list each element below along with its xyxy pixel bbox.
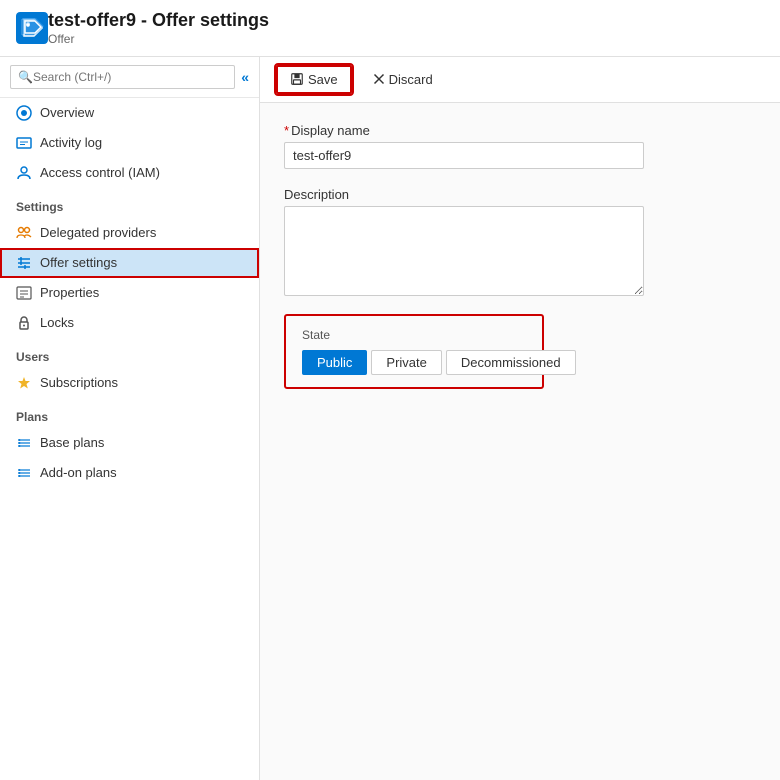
search-input[interactable] xyxy=(10,65,235,89)
users-section-label: Users xyxy=(0,338,259,368)
discard-icon xyxy=(373,73,385,85)
form-area: *Display name Description State Public P… xyxy=(260,103,780,780)
sidebar-item-iam-label: Access control (IAM) xyxy=(40,165,160,180)
sidebar-item-activity-log-label: Activity log xyxy=(40,135,102,150)
sidebar-item-offer-settings-label: Offer settings xyxy=(40,255,117,270)
locks-icon xyxy=(16,315,32,331)
addon-plans-icon xyxy=(16,465,32,481)
display-name-label: *Display name xyxy=(284,123,756,138)
state-public-button[interactable]: Public xyxy=(302,350,367,375)
activity-log-icon xyxy=(16,135,32,151)
sidebar-item-locks-label: Locks xyxy=(40,315,74,330)
sidebar-item-delegated-providers[interactable]: Delegated providers xyxy=(0,218,259,248)
plans-section-label: Plans xyxy=(0,398,259,428)
sidebar-item-addon-plans-label: Add-on plans xyxy=(40,465,117,480)
settings-section-label: Settings xyxy=(0,188,259,218)
main-layout: 🔍 « Overview Activity log Access control… xyxy=(0,57,780,780)
state-label: State xyxy=(302,328,526,342)
display-name-input[interactable] xyxy=(284,142,644,169)
sidebar-item-delegated-providers-label: Delegated providers xyxy=(40,225,156,240)
sidebar-item-base-plans[interactable]: Base plans xyxy=(0,428,259,458)
sidebar-item-overview-label: Overview xyxy=(40,105,94,120)
sidebar-item-addon-plans[interactable]: Add-on plans xyxy=(0,458,259,488)
overview-icon xyxy=(16,105,32,121)
header-title-block: test-offer9 - Offer settings Offer xyxy=(48,10,269,46)
sidebar-item-overview[interactable]: Overview xyxy=(0,98,259,128)
sidebar-item-iam[interactable]: Access control (IAM) xyxy=(0,158,259,188)
toolbar: Save Discard xyxy=(260,57,780,103)
state-private-button[interactable]: Private xyxy=(371,350,441,375)
properties-icon xyxy=(16,285,32,301)
state-decommissioned-button[interactable]: Decommissioned xyxy=(446,350,576,375)
sidebar-item-subscriptions[interactable]: Subscriptions xyxy=(0,368,259,398)
page-subtitle: Offer xyxy=(48,32,269,46)
sidebar-item-offer-settings[interactable]: Offer settings xyxy=(0,248,259,278)
discard-button[interactable]: Discard xyxy=(360,66,446,93)
delegated-providers-icon xyxy=(16,225,32,241)
description-field: Description xyxy=(284,187,756,296)
sidebar: 🔍 « Overview Activity log Access control… xyxy=(0,57,260,780)
description-input[interactable] xyxy=(284,206,644,296)
state-box: State Public Private Decommissioned xyxy=(284,314,544,389)
base-plans-icon xyxy=(16,435,32,451)
sidebar-item-activity-log[interactable]: Activity log xyxy=(0,128,259,158)
page-header: test-offer9 - Offer settings Offer xyxy=(0,0,780,57)
sidebar-item-base-plans-label: Base plans xyxy=(40,435,104,450)
search-icon: 🔍 xyxy=(18,70,33,84)
state-buttons: Public Private Decommissioned xyxy=(302,350,526,375)
save-button[interactable]: Save xyxy=(276,65,352,94)
required-star: * xyxy=(284,123,289,138)
sidebar-collapse-button[interactable]: « xyxy=(241,69,249,85)
page-title: test-offer9 - Offer settings xyxy=(48,10,269,32)
search-box-wrap: 🔍 « xyxy=(0,57,259,98)
offer-settings-icon xyxy=(16,255,32,271)
save-icon xyxy=(290,72,304,86)
content-area: Save Discard *Display name Description xyxy=(260,57,780,780)
subscriptions-icon xyxy=(16,375,32,391)
description-label: Description xyxy=(284,187,756,202)
offer-tag-icon xyxy=(16,12,48,44)
sidebar-item-subscriptions-label: Subscriptions xyxy=(40,375,118,390)
sidebar-item-properties[interactable]: Properties xyxy=(0,278,259,308)
iam-icon xyxy=(16,165,32,181)
sidebar-item-properties-label: Properties xyxy=(40,285,99,300)
sidebar-item-locks[interactable]: Locks xyxy=(0,308,259,338)
display-name-field: *Display name xyxy=(284,123,756,169)
